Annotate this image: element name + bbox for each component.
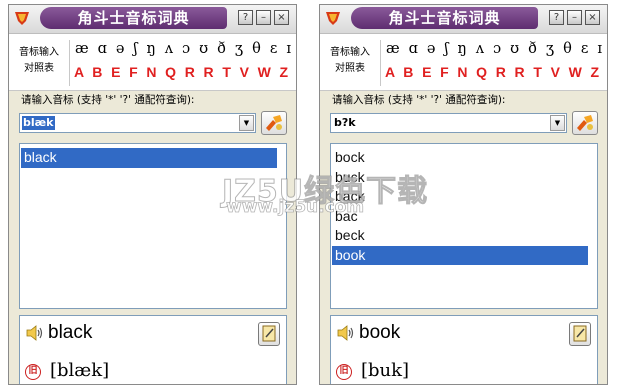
notebook-button[interactable] (569, 322, 591, 346)
ipa-reference-panel: 音标输入 对照表 æ ɑ ə ʃ ŋ ʌ ɔ ʊ ð ʒ θ ɛ ɪ ʊ A B… (9, 34, 296, 91)
app-title: 角斗士音标词典 (388, 9, 501, 27)
ipa-reference-panel: 音标输入 对照表 æ ɑ ə ʃ ŋ ʌ ɔ ʊ ð ʒ θ ɛ ɪ ʊ A B… (320, 34, 607, 91)
speaker-icon[interactable] (25, 325, 43, 341)
search-run-icon (577, 115, 593, 131)
detail-word: black (48, 322, 93, 343)
result-item[interactable]: beck (332, 226, 588, 246)
search-input[interactable]: blæk (22, 116, 55, 130)
app-logo-icon (326, 12, 340, 25)
app-title-plate: 角斗士音标词典 (40, 7, 227, 29)
phonetic-type-icon: 旧 (336, 364, 352, 380)
ipa-table-label: 音标输入 对照表 (13, 45, 65, 77)
word-detail-panel: black 旧 [blæk] (19, 315, 287, 384)
search-prompt: 请输入音标 (支持 '*' '?' 通配符查询): (332, 94, 506, 106)
detail-phonetic: [buk] (361, 360, 410, 381)
result-item[interactable]: book (332, 245, 588, 265)
search-prompt: 请输入音标 (支持 '*' '?' 通配符查询): (21, 94, 195, 106)
search-input[interactable]: b?k (333, 116, 357, 130)
close-button[interactable]: × (274, 10, 289, 25)
search-run-icon (266, 115, 282, 131)
minimize-button[interactable]: – (567, 10, 582, 25)
help-button[interactable]: ? (549, 10, 564, 25)
result-item[interactable]: bock (332, 148, 588, 168)
ipa-divider (69, 40, 70, 86)
minimize-button[interactable]: – (256, 10, 271, 25)
title-bar[interactable]: 角斗士音标词典 ? – × (320, 5, 607, 34)
phonetic-type-icon: 旧 (25, 364, 41, 380)
detail-phonetic: [blæk] (50, 360, 110, 381)
watermark-url: www.jz5u.com (226, 197, 365, 218)
notebook-button[interactable] (258, 322, 280, 346)
ipa-symbols: æ ɑ ə ʃ ŋ ʌ ɔ ʊ ð ʒ θ ɛ ɪ ʊ (386, 41, 608, 57)
ipa-label-line1: 音标输入 (19, 47, 59, 58)
search-button[interactable] (261, 111, 287, 135)
app-title: 角斗士音标词典 (77, 9, 190, 27)
search-button[interactable] (572, 111, 598, 135)
notebook-icon (262, 325, 276, 342)
ipa-label-line2: 对照表 (24, 63, 54, 74)
phonetic-search-combo[interactable]: blæk ▼ (19, 113, 256, 133)
ipa-key-mapping: A B E F N Q R R T V W Z I U (74, 64, 296, 80)
title-bar[interactable]: 角斗士音标词典 ? – × (9, 5, 296, 34)
app-title-plate: 角斗士音标词典 (351, 7, 538, 29)
ipa-label-line2: 对照表 (335, 63, 365, 74)
detail-word: book (359, 322, 401, 343)
ipa-label-line1: 音标输入 (330, 47, 370, 58)
word-detail-panel: book 旧 [buk] (330, 315, 598, 384)
notebook-icon (573, 325, 587, 342)
close-button[interactable]: × (585, 10, 600, 25)
ipa-symbols: æ ɑ ə ʃ ŋ ʌ ɔ ʊ ð ʒ θ ɛ ɪ ʊ (75, 41, 297, 57)
app-logo-icon (15, 12, 29, 25)
phonetic-search-combo[interactable]: b?k ▼ (330, 113, 567, 133)
help-button[interactable]: ? (238, 10, 253, 25)
dropdown-arrow-icon[interactable]: ▼ (239, 115, 254, 131)
result-item[interactable]: black (21, 148, 277, 168)
ipa-table-label: 音标输入 对照表 (324, 45, 376, 77)
dropdown-arrow-icon[interactable]: ▼ (550, 115, 565, 131)
ipa-divider (380, 40, 381, 86)
speaker-icon[interactable] (336, 325, 354, 341)
ipa-key-mapping: A B E F N Q R R T V W Z I U (385, 64, 607, 80)
